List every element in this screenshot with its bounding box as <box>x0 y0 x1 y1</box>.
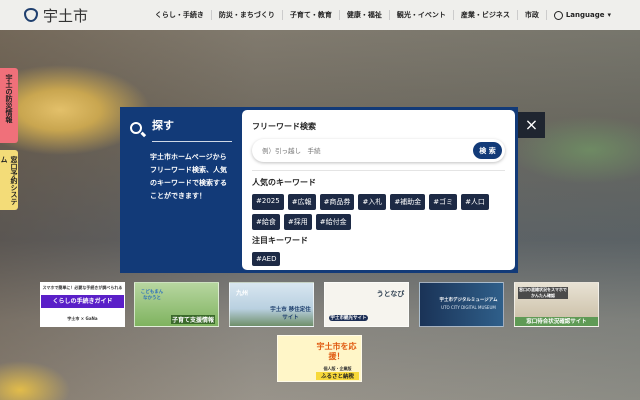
free-word-label: フリーワード検索 <box>252 122 316 131</box>
site-header: 宇土市 くらし・手続き 防災・まちづくり 子育て・教育 健康・福祉 観光・イベン… <box>0 0 640 30</box>
side-tab-reservation[interactable]: 窓口予約システム <box>0 150 18 210</box>
banner-title: 宇土市を応援！ <box>316 342 357 361</box>
keyword-tag[interactable]: #給食 <box>252 214 280 230</box>
divider <box>152 141 232 142</box>
banner-relocation[interactable]: 九州 宇土市 移住定住サイト <box>229 282 314 327</box>
language-label: Language <box>565 11 605 19</box>
keyword-tag[interactable]: #補助金 <box>390 194 426 210</box>
search-card: フリーワード検索 検 索 人気のキーワード #2025 #広報 #商品券 #入札… <box>242 110 515 270</box>
banner-caption: うとなび <box>376 290 405 298</box>
featured-keywords-label: 注目キーワード <box>252 236 308 245</box>
nav-living[interactable]: くらし・手続き <box>148 10 212 20</box>
search-button[interactable]: 検 索 <box>473 142 502 159</box>
close-button[interactable]: × <box>518 112 545 138</box>
banner-caption: 九州 <box>236 290 249 297</box>
banner-tourism[interactable]: うとなび 宇土市観光サイト <box>324 282 409 327</box>
site-logo[interactable]: 宇土市 <box>24 5 88 26</box>
popular-keywords-label: 人気のキーワード <box>252 178 316 187</box>
banner-procedure-guide[interactable]: スマホで簡単に！必要な手続きが調べられる くらしの手続きガイド 宇土市 × Ga… <box>40 282 125 327</box>
banner-title: くらしの手続きガイド <box>41 295 124 308</box>
banner-digital-museum[interactable]: 宇土市デジタルミュージアム UTO CITY DIGITAL MUSEUM <box>419 282 504 327</box>
site-name: 宇土市 <box>43 6 89 25</box>
search-box: 検 索 <box>252 139 505 162</box>
banner-caption: 窓口の混雑状況をスマホでかんたん確認 <box>518 287 568 299</box>
banner-counter-status[interactable]: 窓口の混雑状況をスマホでかんたん確認 窓口待合状況確認サイト <box>514 282 599 327</box>
city-emblem-icon <box>24 8 38 22</box>
banner-title: 子育て支援情報 <box>171 315 215 324</box>
nav-tourism[interactable]: 観光・イベント <box>390 10 454 20</box>
globe-icon <box>553 10 563 20</box>
search-icon <box>130 122 142 134</box>
keyword-tag[interactable]: #2025 <box>252 194 284 210</box>
popular-keywords: #2025 #広報 #商品券 #入札 #補助金 #ゴミ #人口 #給食 #採用 … <box>252 194 492 230</box>
keyword-tag[interactable]: #入札 <box>358 194 387 210</box>
banner-title: 宇土市観光サイト <box>329 315 368 321</box>
language-button[interactable]: Language ▾ <box>547 10 618 20</box>
banner-caption: 宇土市 × GaNa <box>67 316 98 321</box>
modal-description: 宇土市ホームページからフリーワード検索、人気のキーワードで検索することができます… <box>150 153 227 200</box>
nav-disaster[interactable]: 防災・まちづくり <box>212 10 283 20</box>
banner-title: 宇土市 移住定住サイト <box>270 307 311 321</box>
banner-title: 窓口待合状況確認サイト <box>515 317 598 326</box>
search-input[interactable] <box>262 146 473 155</box>
banner-caption: 宇土市デジタルミュージアム <box>439 298 498 303</box>
keyword-tag[interactable]: #人口 <box>461 194 489 210</box>
keyword-tag[interactable]: #広報 <box>287 194 316 210</box>
featured-keywords: #AED <box>252 252 492 266</box>
keyword-tag[interactable]: #採用 <box>283 214 312 230</box>
keyword-tag[interactable]: #AED <box>252 252 281 266</box>
keyword-tag[interactable]: #商品券 <box>319 194 355 210</box>
banner-title: UTO CITY DIGITAL MUSEUM <box>441 305 496 310</box>
banner-caption: こどもまんなかうと <box>140 290 164 301</box>
keyword-tag[interactable]: #ゴミ <box>429 194 458 210</box>
banner-furusato-tax[interactable]: 宇土市を応援！ 個人版・企業版 ふるさと納税 <box>277 335 362 382</box>
banner-childcare[interactable]: こどもまんなかうと 子育て支援情報 <box>134 282 219 327</box>
modal-title: 探す <box>152 119 174 132</box>
nav-health[interactable]: 健康・福祉 <box>340 10 390 20</box>
divider <box>252 170 505 171</box>
nav-childcare[interactable]: 子育て・教育 <box>283 10 340 20</box>
search-modal: 探す 宇土市ホームページからフリーワード検索、人気のキーワードで検索することがで… <box>120 107 518 273</box>
main-nav: くらし・手続き 防災・まちづくり 子育て・教育 健康・福祉 観光・イベント 産業… <box>148 10 618 20</box>
nav-business[interactable]: 産業・ビジネス <box>454 10 518 20</box>
banner-caption: ふるさと納税 <box>316 372 359 380</box>
keyword-tag[interactable]: #給付金 <box>315 214 351 230</box>
nav-government[interactable]: 市政 <box>518 10 547 20</box>
banner-caption: スマホで簡単に！必要な手続きが調べられる <box>42 285 123 290</box>
side-tab-disaster-info[interactable]: 宇土の防災情報 <box>0 68 18 143</box>
